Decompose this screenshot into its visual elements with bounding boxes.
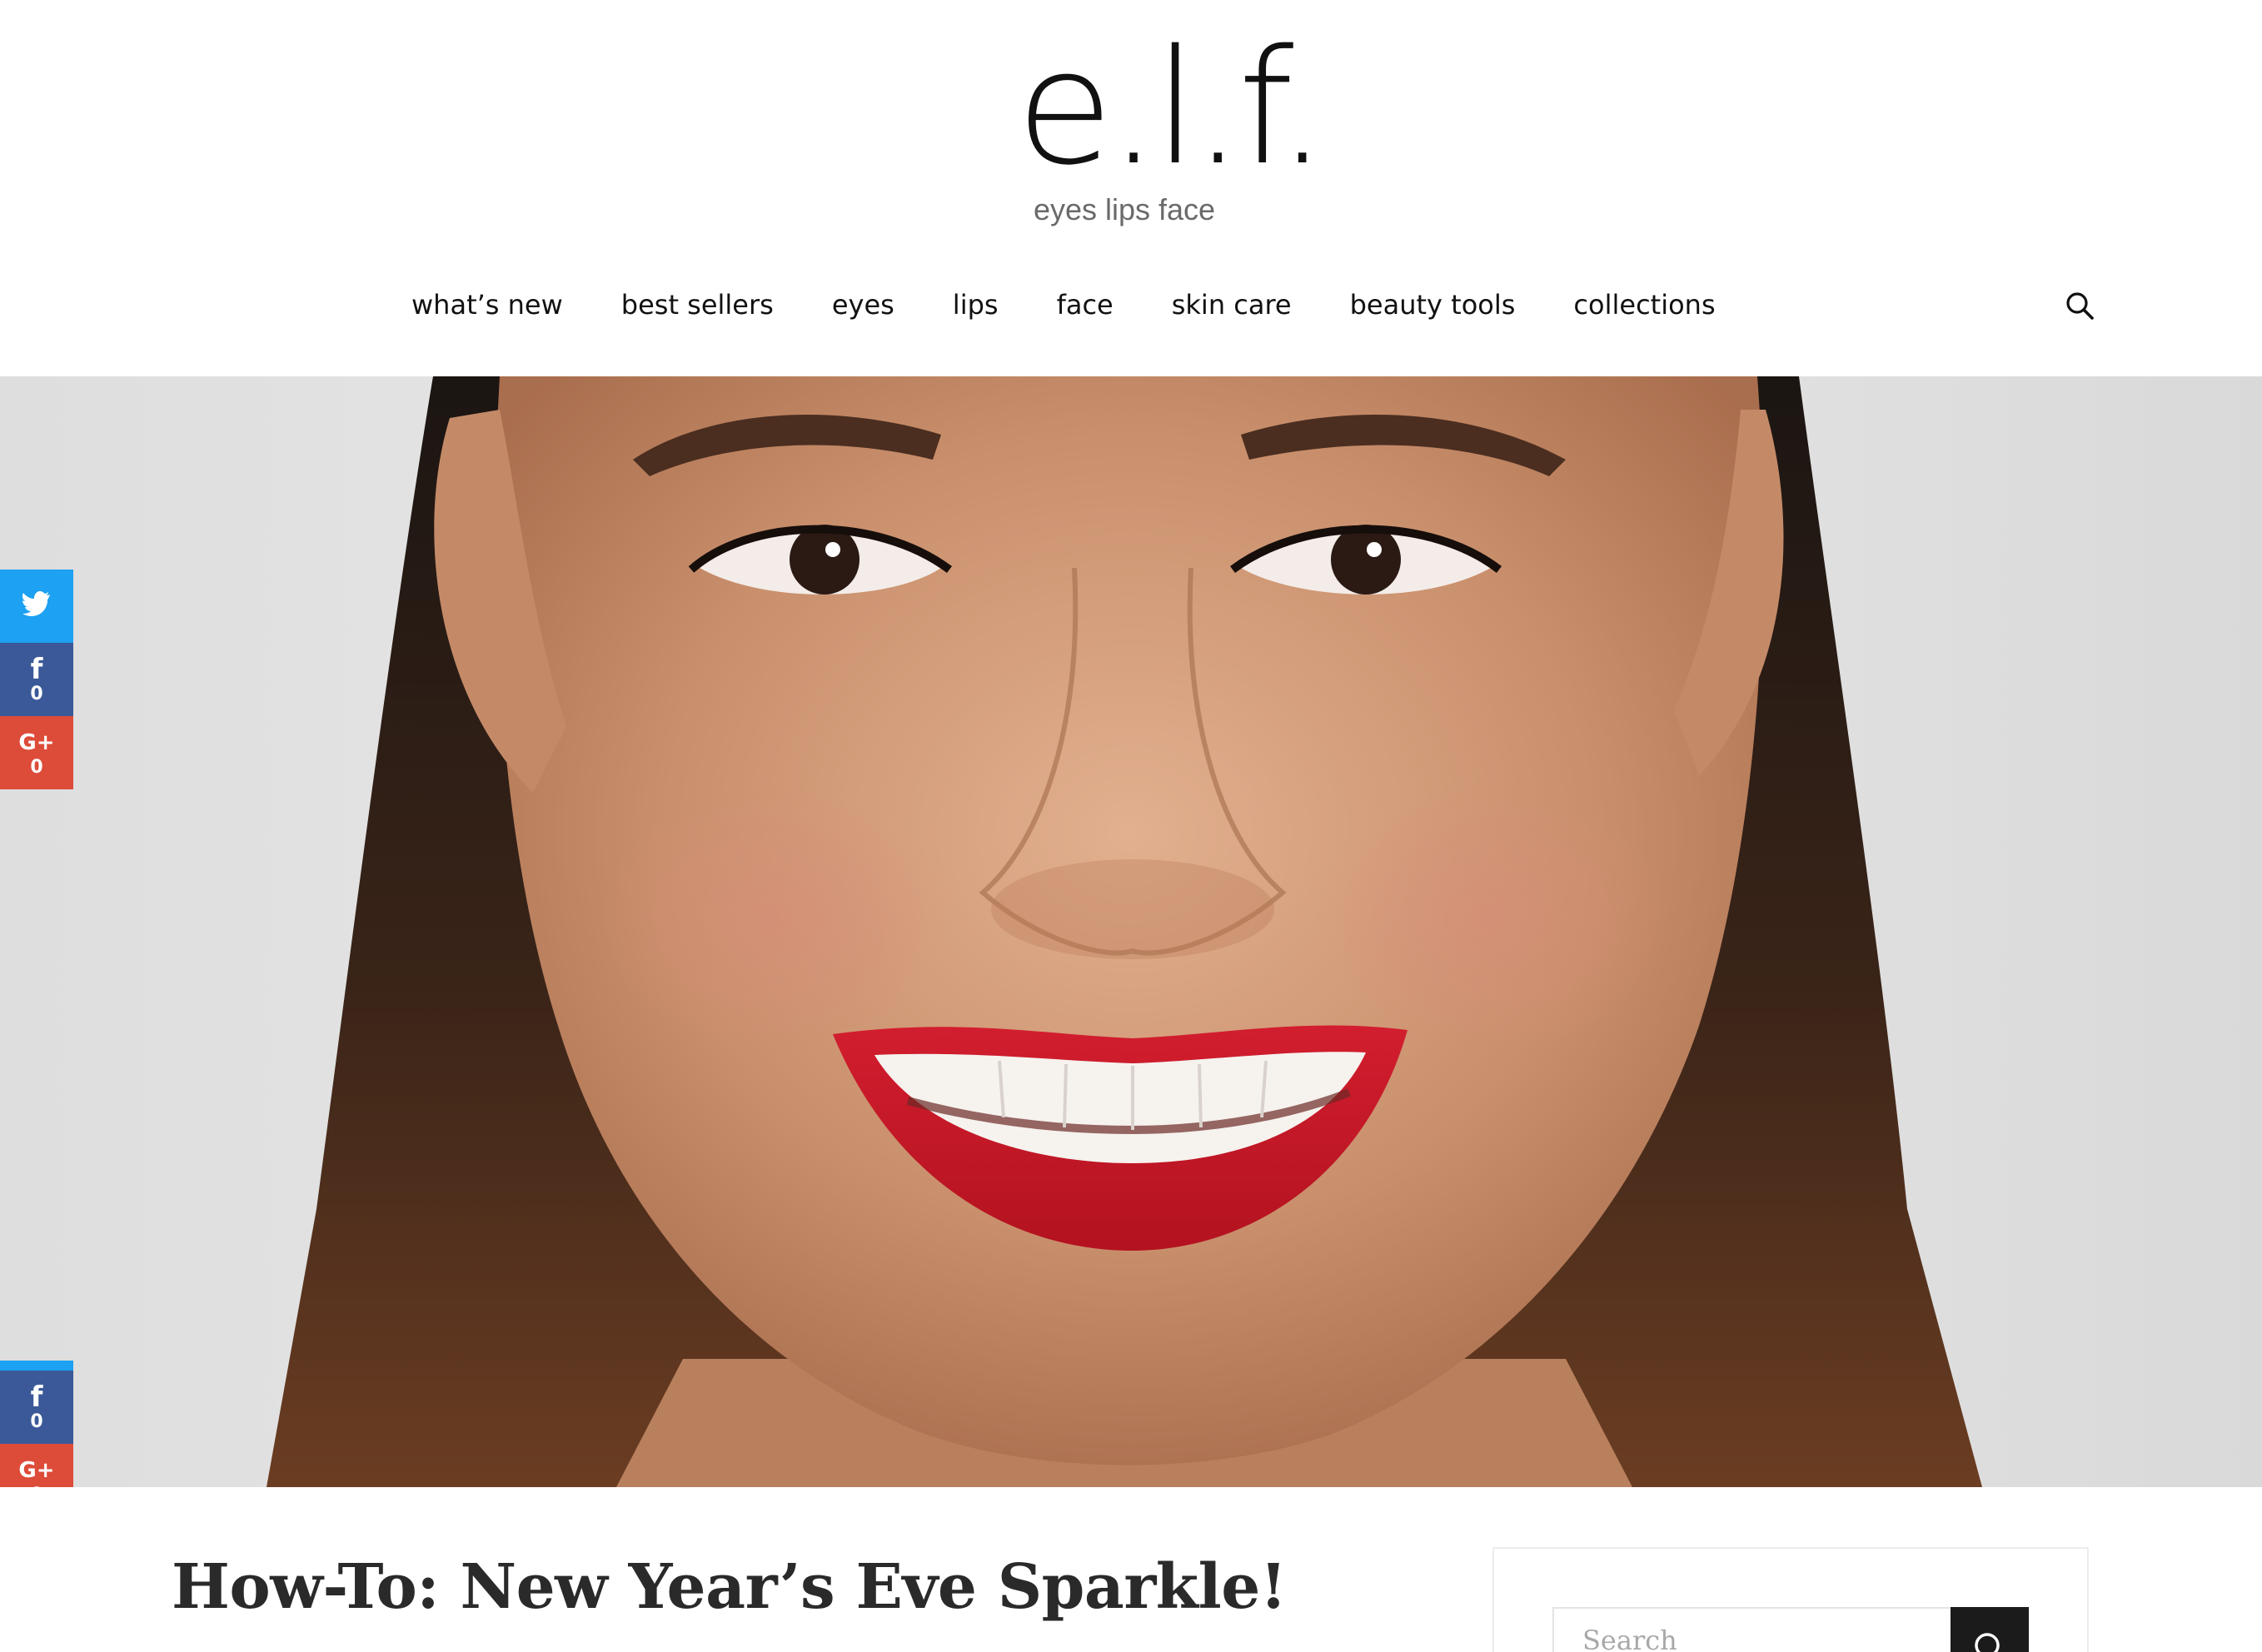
- nav-item-beauty-tools[interactable]: beauty tools: [1350, 275, 1516, 335]
- main-nav: what’s new best sellers eyes lips face s…: [0, 275, 2262, 335]
- share-bar-top: f 0 G+ 0: [0, 570, 73, 789]
- site-header: e.l.f. eyes lips face what’s new best se…: [0, 0, 2262, 376]
- logo-mark: e.l.f.: [1016, 16, 1328, 200]
- sidebar-search-input[interactable]: [1552, 1607, 1951, 1652]
- nav-item-eyes[interactable]: eyes: [832, 275, 894, 335]
- post-title: How-To: New Year’s Eve Sparkle!: [172, 1551, 1287, 1623]
- nav-list: what’s new best sellers eyes lips face s…: [411, 275, 1716, 335]
- nav-item-best-sellers[interactable]: best sellers: [621, 275, 774, 335]
- search-icon: [1975, 1633, 2000, 1652]
- sidebar-search-widget: [1492, 1547, 2089, 1652]
- search-icon[interactable]: [2062, 288, 2099, 325]
- sidebar-search-button[interactable]: [1951, 1607, 2029, 1652]
- facebook-icon: f: [30, 1381, 43, 1414]
- facebook-share-button[interactable]: f 0: [0, 643, 73, 716]
- nav-item-lips[interactable]: lips: [953, 275, 999, 335]
- nav-item-skin-care[interactable]: skin care: [1172, 275, 1292, 335]
- google-plus-share-button[interactable]: G+ 0: [0, 716, 73, 789]
- google-plus-icon: G+: [18, 730, 55, 755]
- brand-logo[interactable]: e.l.f. eyes lips face: [1016, 16, 1328, 241]
- twitter-share-button[interactable]: [0, 570, 73, 643]
- twitter-icon: [22, 590, 51, 622]
- facebook-share-count: 0: [30, 684, 43, 704]
- logo-tagline: eyes lips face: [1033, 192, 1216, 226]
- nav-item-whats-new[interactable]: what’s new: [411, 275, 563, 335]
- google-plus-icon: G+: [18, 1458, 55, 1483]
- facebook-share-count: 0: [30, 1411, 43, 1432]
- facebook-icon: f: [30, 653, 43, 686]
- main-content: How-To: New Year’s Eve Sparkle!: [0, 1487, 2262, 1652]
- facebook-share-button-bottom[interactable]: f 0: [0, 1371, 73, 1444]
- google-plus-share-count: 0: [30, 757, 43, 778]
- hero-image: [0, 376, 2262, 1487]
- nav-item-collections[interactable]: collections: [1573, 275, 1715, 335]
- share-bar-accent: [0, 1361, 73, 1371]
- nav-item-face[interactable]: face: [1057, 275, 1114, 335]
